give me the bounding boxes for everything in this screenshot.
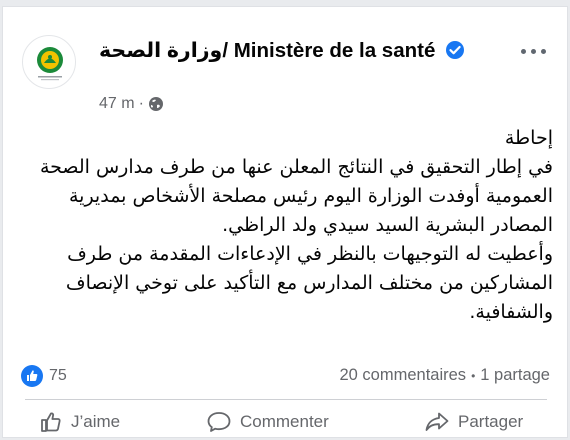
ministry-seal-icon[interactable] [22,35,76,89]
reactions-summary[interactable]: 75 [21,365,67,387]
share-button[interactable]: Partager [424,404,523,440]
shares-count-link[interactable]: 1 partage [480,366,550,385]
globe-icon[interactable] [148,96,164,112]
action-bar: J’aime Commenter Partager [3,404,569,440]
thumbs-up-icon [39,410,63,434]
engagement-separator: • [471,368,476,383]
comment-button[interactable]: Commenter [206,404,329,440]
comment-label[interactable]: Commenter [240,412,329,432]
post-timestamp[interactable]: 47 m [99,95,135,113]
share-label[interactable]: Partager [458,412,523,432]
action-bar-divider [25,399,547,400]
post-body-text: إحاطة في إطار التحقيق في النتائج المعلن … [39,127,553,323]
comments-count-link[interactable]: 20 commentaires [340,366,467,385]
post-author-name[interactable]: وزارة الصحة/ Ministère de la santé [99,37,489,64]
more-options-icon[interactable] [513,41,553,61]
reaction-count[interactable]: 75 [49,367,67,385]
share-arrow-icon [424,410,450,434]
like-label[interactable]: J’aime [71,412,120,432]
engagement-stats: 20 commentaires • 1 partage [340,366,551,385]
meta-separator: · [138,95,144,112]
facebook-post-card: وزارة الصحة/ Ministère de la santé 47 m … [2,6,568,438]
verified-badge-icon [445,40,465,60]
like-button[interactable]: J’aime [39,404,120,440]
post-meta: 47 m · [99,95,164,113]
comment-icon [206,410,232,434]
author-name-text[interactable]: وزارة الصحة/ Ministère de la santé [99,39,435,62]
like-reaction-icon [21,365,43,387]
